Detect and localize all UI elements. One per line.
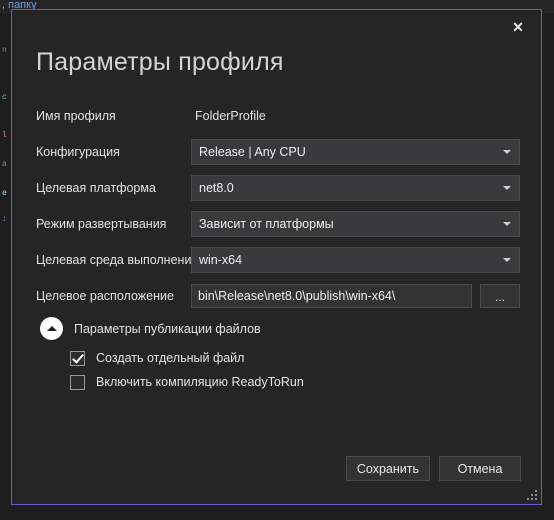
dropdown-deployment-mode[interactable]: Зависит от платформы — [191, 211, 520, 237]
save-button[interactable]: Сохранить — [345, 456, 430, 481]
code-fragment: l — [2, 131, 7, 140]
resize-grip[interactable] — [525, 488, 539, 502]
label-profile-name: Имя профиля — [36, 109, 116, 123]
checkbox-label-ready-to-run: Включить компиляцию ReadyToRun — [96, 375, 304, 389]
label-target-framework: Целевая платформа — [36, 181, 156, 195]
publish-options-label: Параметры публикации файлов — [74, 321, 261, 336]
chevron-down-icon — [503, 258, 511, 262]
chevron-up-icon — [40, 317, 63, 340]
dropdown-value-target-runtime: win-x64 — [199, 253, 243, 267]
settings-form: Имя профиля FolderProfile Конфигурация Rele… — [36, 98, 520, 314]
form-row-configuration: Конфигурация Release | Any CPU — [36, 134, 520, 170]
checkbox-single-file[interactable] — [70, 350, 85, 366]
label-target-location: Целевое расположение — [36, 289, 174, 303]
dialog-footer: Сохранить Отмена — [345, 456, 521, 481]
chevron-down-icon — [503, 150, 511, 154]
form-row-target-framework: Целевая платформа net8.0 — [36, 170, 520, 206]
label-configuration: Конфигурация — [36, 145, 120, 159]
profile-settings-dialog: ✕ Параметры профиля Имя профиля FolderPro… — [11, 9, 542, 505]
code-fragment: a — [2, 160, 7, 169]
label-deployment-mode: Режим развертывания — [36, 217, 167, 231]
browse-button[interactable]: ... — [480, 284, 520, 308]
checkbox-row-ready-to-run[interactable]: Включить компиляцию ReadyToRun — [70, 370, 304, 394]
page-title: Параметры профиля — [36, 48, 284, 76]
code-fragment: c — [2, 93, 7, 102]
form-row-profile-name: Имя профиля FolderProfile — [36, 98, 520, 134]
dropdown-value-target-framework: net8.0 — [199, 181, 234, 195]
form-row-target-location: Целевое расположение... — [36, 278, 520, 314]
form-row-deployment-mode: Режим развертывания Зависит от платформы — [36, 206, 520, 242]
dropdown-value-configuration: Release | Any CPU — [199, 145, 306, 159]
screen: , папку nclae: ✕ Параметры профиля Имя п… — [0, 0, 554, 520]
checkbox-label-single-file: Создать отдельный файл — [96, 351, 245, 365]
dropdown-value-deployment-mode: Зависит от платформы — [199, 217, 334, 231]
publish-options-list: Создать отдельный файл Включить компиляци… — [70, 346, 304, 394]
code-fragment: e — [2, 189, 7, 198]
form-row-target-runtime: Целевая среда выполнения win-x64 — [36, 242, 520, 278]
close-icon[interactable]: ✕ — [496, 11, 540, 43]
publish-options-expander[interactable]: Параметры публикации файлов — [40, 317, 261, 340]
checkbox-row-single-file[interactable]: Создать отдельный файл — [70, 346, 304, 370]
value-profile-name: FolderProfile — [195, 109, 266, 123]
chevron-down-icon — [503, 222, 511, 226]
chevron-down-icon — [503, 186, 511, 190]
dropdown-target-framework[interactable]: net8.0 — [191, 175, 520, 201]
label-target-runtime: Целевая среда выполнения — [36, 253, 199, 267]
dropdown-target-runtime[interactable]: win-x64 — [191, 247, 520, 273]
input-target-location[interactable] — [191, 284, 472, 308]
checkbox-ready-to-run[interactable] — [70, 374, 85, 390]
code-fragment: n — [2, 46, 7, 55]
code-fragment: : — [2, 215, 7, 224]
dropdown-configuration[interactable]: Release | Any CPU — [191, 139, 520, 165]
cancel-button[interactable]: Отмена — [439, 456, 521, 481]
